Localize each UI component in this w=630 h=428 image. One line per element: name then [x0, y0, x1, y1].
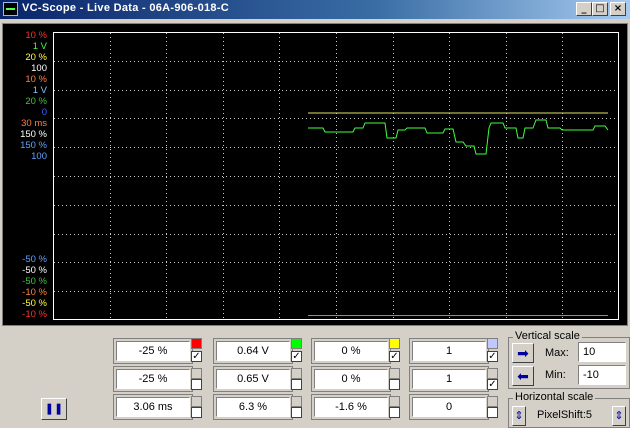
scale-down-button[interactable]: ⬅	[512, 366, 534, 386]
channel-2-swatch-2[interactable]	[291, 368, 302, 379]
max-label: Max:	[545, 347, 569, 359]
min-label: Min:	[545, 369, 566, 381]
shift-left-button[interactable]: ⇕	[512, 406, 526, 426]
channel-1-checkbox-3[interactable]	[191, 407, 202, 418]
scale-label-top-7: 0	[41, 107, 47, 118]
channel-4-checkbox-3[interactable]	[487, 407, 498, 418]
scale-label-top-8: 30 ms	[21, 118, 47, 129]
scale-label-bottom-4: -50 %	[22, 298, 47, 309]
max-input[interactable]: 10	[578, 342, 626, 362]
channel-3-frame-2	[311, 366, 391, 392]
channel-1-checkbox-2[interactable]	[191, 379, 202, 390]
scale-label-top-2: 20 %	[25, 52, 47, 63]
pause-button[interactable]: ❚❚	[41, 398, 67, 420]
scale-label-bottom-3: -10 %	[22, 287, 47, 298]
min-input[interactable]: -10	[578, 365, 626, 385]
channel-3-checkbox-1[interactable]: ✓	[389, 351, 400, 362]
scale-label-top-9: 150 %	[20, 129, 47, 140]
scale-label-top-10: 150 %	[20, 140, 47, 151]
title-bar: VC-Scope - Live Data - 06A-906-018-C _ □…	[0, 0, 630, 19]
scale-label-top-6: 20 %	[25, 96, 47, 107]
scale-label-bottom-1: -50 %	[22, 265, 47, 276]
channel-2-frame-1	[213, 338, 293, 364]
channel-2-checkbox-2[interactable]	[291, 379, 302, 390]
scale-label-top-1: 1 V	[32, 41, 47, 52]
channel-3-swatch-2[interactable]	[389, 368, 400, 379]
channel-1-frame-2	[113, 366, 193, 392]
scale-label-bottom-5: -10 %	[22, 309, 47, 320]
channel-4-color-swatch[interactable]	[487, 338, 498, 349]
horizontal-scale-title: Horizontal scale	[513, 391, 596, 403]
channel-2-frame-3	[213, 394, 293, 420]
scale-up-button[interactable]: ➡	[512, 343, 534, 363]
scope-plot: 10 % 1 V 20 % 100 10 % 1 V 20 % 0 30 ms 150 % 150 …	[2, 23, 628, 326]
channel-3-checkbox-3[interactable]	[389, 407, 400, 418]
channel-1-color-swatch[interactable]	[191, 338, 202, 349]
scope-chart	[53, 32, 619, 320]
channel-2-checkbox-3[interactable]	[291, 407, 302, 418]
channel-1-checkbox-1[interactable]: ✓	[191, 351, 202, 362]
channel-3-frame-1	[311, 338, 391, 364]
pixel-shift-label: PixelShift:5	[537, 409, 593, 421]
channel-3-frame-3	[311, 394, 391, 420]
channel-3-swatch-3[interactable]	[389, 396, 400, 407]
scale-label-top-3: 100	[31, 63, 47, 74]
channel-4-swatch-2[interactable]	[487, 368, 498, 379]
channel-1-swatch-3[interactable]	[191, 396, 202, 407]
channel-4-checkbox-1[interactable]: ✓	[487, 351, 498, 362]
channel-2-swatch-3[interactable]	[291, 396, 302, 407]
channel-4-frame-2	[409, 366, 489, 392]
channel-1-frame-1	[113, 338, 193, 364]
channel-1-frame-3	[113, 394, 193, 420]
shift-right-button[interactable]: ⇕	[612, 406, 626, 426]
channel-4-frame-1	[409, 338, 489, 364]
channel-1-swatch-2[interactable]	[191, 368, 202, 379]
scale-label-bottom-0: -50 %	[22, 254, 47, 265]
scale-label-top-0: 10 %	[25, 30, 47, 41]
scale-label-top-4: 10 %	[25, 74, 47, 85]
vertical-scale-title: Vertical scale	[513, 330, 582, 342]
scope-app-icon	[3, 2, 18, 16]
channel-4-checkbox-2[interactable]: ✓	[487, 379, 498, 390]
scale-label-bottom-2: -50 %	[22, 276, 47, 287]
channel-4-swatch-3[interactable]	[487, 396, 498, 407]
channel-3-checkbox-2[interactable]	[389, 379, 400, 390]
channel-2-checkbox-1[interactable]: ✓	[291, 351, 302, 362]
channel-3-color-swatch[interactable]	[389, 338, 400, 349]
close-button[interactable]: ×	[610, 2, 626, 16]
scale-label-top-11: 100	[31, 151, 47, 162]
maximize-button[interactable]: □	[592, 2, 608, 16]
window-title: VC-Scope - Live Data - 06A-906-018-C	[22, 2, 230, 14]
channel-2-frame-2	[213, 366, 293, 392]
scale-label-top-5: 1 V	[32, 85, 47, 96]
channel-4-frame-3	[409, 394, 489, 420]
channel-2-color-swatch[interactable]	[291, 338, 302, 349]
minimize-button[interactable]: _	[576, 2, 592, 16]
